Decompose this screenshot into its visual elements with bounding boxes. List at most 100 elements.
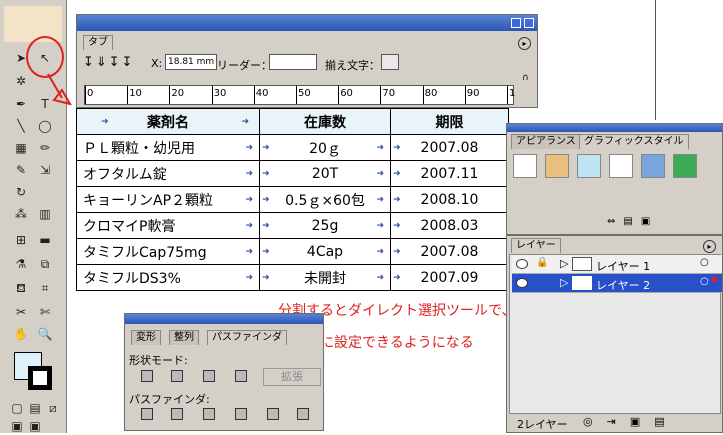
merge-icon[interactable] — [203, 408, 215, 420]
cell-expiry[interactable]: ➜ 2007.08 — [390, 238, 509, 265]
eyedropper-tool-icon[interactable]: ⚗ — [12, 256, 30, 273]
tab-arrow-icon: ➜ — [376, 247, 384, 257]
line-tool-icon[interactable]: ╲ — [12, 118, 30, 135]
brush-tool-icon[interactable]: ✎ — [12, 162, 30, 179]
visibility-eye-icon[interactable] — [516, 259, 528, 269]
graphic-style-swatch[interactable] — [641, 154, 665, 178]
layer-row-2[interactable]: ▷ レイヤー 2 ○ — [512, 274, 722, 293]
cell-expiry[interactable]: ➜ 2008.10 — [390, 186, 509, 213]
graph-tool-icon[interactable]: ▥ — [36, 206, 54, 223]
symbol-tool-icon[interactable]: ⁂ — [12, 206, 30, 223]
cell-expiry[interactable]: ➜ 2007.11 — [390, 160, 509, 187]
tab-ruler[interactable]: 0 10 20 30 40 50 60 70 80 90 1 — [84, 85, 515, 105]
minus-back-icon[interactable] — [297, 408, 309, 420]
intersect-shape-icon[interactable] — [203, 370, 215, 382]
expand-triangle-icon[interactable]: ▷ — [560, 276, 568, 289]
panel-menu-icon[interactable]: ▸ — [518, 37, 531, 50]
pathfinder-titlebar[interactable] — [125, 314, 323, 324]
ellipse-tool-icon[interactable]: ◯ — [36, 118, 54, 135]
target-circle-icon[interactable]: ○ — [700, 257, 709, 268]
layer-name: レイヤー 2 — [596, 279, 651, 292]
x-position-input[interactable]: 18.81 mm — [165, 54, 217, 70]
blend-tool-icon[interactable]: ⧉ — [36, 256, 54, 273]
stroke-swatch[interactable] — [28, 366, 52, 390]
tab-arrow-icon: ➜ — [245, 221, 253, 231]
magic-wand-icon[interactable]: ✲ — [12, 73, 30, 90]
cell-expiry[interactable]: ➜ 2008.03 — [390, 212, 509, 239]
tab-arrow-icon: ➜ — [262, 273, 270, 283]
tab-title[interactable]: タブ — [83, 35, 113, 50]
pen-tool-icon[interactable]: ✒ — [12, 96, 30, 113]
layer-row-1[interactable]: 🔒 ▷ レイヤー 1 ○ — [512, 255, 722, 274]
styles-titlebar[interactable] — [507, 124, 722, 132]
layers-footer-icons[interactable]: ◎⇥▣▤ — [583, 415, 679, 428]
cell-drug-name[interactable]: クロマイP軟膏 ➜ — [76, 212, 260, 239]
cell-stock[interactable]: ➜ 20ｇ ➜ — [259, 134, 391, 161]
trim-icon[interactable] — [171, 408, 183, 420]
ruler-tick-label: 0 — [87, 88, 94, 99]
tab-align[interactable]: 整列 — [169, 330, 199, 345]
tab-graphic-styles[interactable]: グラフィックスタイル — [579, 134, 689, 149]
gradient-tool-icon[interactable]: ▬ — [36, 232, 54, 249]
scale-tool-icon[interactable]: ⇲ — [36, 162, 54, 179]
cell-stock[interactable]: ➜ 25g ➜ — [259, 212, 391, 239]
tab-pathfinder[interactable]: パスファインダ — [207, 330, 287, 345]
graphic-style-swatch[interactable] — [513, 154, 537, 178]
header-name: ➜ 薬剤名 ➜ — [76, 108, 260, 135]
cell-drug-name[interactable]: ＰＬ顆粒・幼児用 ➜ — [76, 134, 260, 161]
slice-tool-icon[interactable]: ⌗ — [36, 280, 54, 297]
color-mode-icon[interactable]: ▢ — [8, 400, 26, 417]
cell-expiry[interactable]: ➜ 2007.08 — [390, 134, 509, 161]
hand-tool-icon[interactable]: ✋ — [12, 326, 30, 343]
tab-layers[interactable]: レイヤー — [511, 238, 561, 253]
crop-icon[interactable] — [235, 408, 247, 420]
visibility-eye-icon[interactable] — [516, 278, 528, 288]
lock-icon[interactable]: 🔒 — [536, 257, 548, 268]
expand-button[interactable]: 拡張 — [263, 368, 321, 386]
pencil-tool-icon[interactable]: ✏ — [36, 140, 54, 157]
zoom-tool-icon[interactable]: 🔍 — [36, 326, 54, 343]
cell-stock[interactable]: ➜ 0.5ｇ×60包 ➜ — [259, 186, 391, 213]
leader-input[interactable] — [269, 54, 317, 70]
gradient-mode-icon[interactable]: ▤ — [26, 400, 44, 417]
knife-tool-icon[interactable]: ✄ — [36, 304, 54, 321]
cell-drug-name[interactable]: タミフルCap75mg ➜ — [76, 238, 260, 265]
paint-bucket-icon[interactable]: ⛾ — [12, 280, 30, 297]
cell-drug-name[interactable]: タミフルDS3% ➜ — [76, 264, 260, 291]
tab-transform[interactable]: 変形 — [131, 330, 161, 345]
cell-drug-name[interactable]: キョーリンAP２顆粒 ➜ — [76, 186, 260, 213]
rectangle-tool-icon[interactable]: ▦ — [12, 140, 30, 157]
snap-magnet-icon[interactable]: ∩ — [522, 73, 532, 83]
exclude-shape-icon[interactable] — [235, 370, 247, 382]
cell-stock[interactable]: ➜ 20T ➜ — [259, 160, 391, 187]
screen-mode-full-icon[interactable]: ▣ — [26, 418, 44, 435]
target-circle-icon[interactable]: ○ — [700, 276, 709, 287]
layers-menu-icon[interactable]: ▸ — [703, 240, 716, 253]
outline-icon[interactable] — [267, 408, 279, 420]
none-mode-icon[interactable]: ⧄ — [44, 400, 62, 417]
cell-stock[interactable]: ➜ 4Cap ➜ — [259, 238, 391, 265]
graphic-style-swatch[interactable] — [609, 154, 633, 178]
rotate-tool-icon[interactable]: ↻ — [12, 184, 30, 201]
subtract-shape-icon[interactable] — [171, 370, 183, 382]
divide-icon[interactable] — [141, 408, 153, 420]
close-button[interactable] — [524, 18, 534, 28]
tab-appearance[interactable]: アピアランス — [511, 134, 581, 149]
align-on-input[interactable] — [381, 54, 399, 70]
graphic-style-swatch[interactable] — [673, 154, 697, 178]
layer-thumbnail — [572, 276, 592, 290]
tab-panel-titlebar[interactable] — [77, 15, 537, 31]
graphic-style-swatch[interactable] — [577, 154, 601, 178]
screen-mode-icon[interactable]: ▣ — [8, 418, 26, 435]
minimize-button[interactable] — [511, 18, 521, 28]
cell-expiry[interactable]: ➜ 2007.09 — [390, 264, 509, 291]
cell-drug-name[interactable]: オフタルム錠 ➜ — [76, 160, 260, 187]
graphic-style-swatch[interactable] — [545, 154, 569, 178]
add-shape-icon[interactable] — [141, 370, 153, 382]
cell-stock[interactable]: ➜ 未開封 ➜ — [259, 264, 391, 291]
scissors-tool-icon[interactable]: ✂ — [12, 304, 30, 321]
expand-triangle-icon[interactable]: ▷ — [560, 257, 568, 270]
mesh-tool-icon[interactable]: ⊞ — [12, 232, 30, 249]
styles-footer-icons[interactable]: ⇔▤▣ — [607, 216, 658, 227]
tab-alignment-icons[interactable]: ↧⇓↧↧ — [83, 55, 135, 70]
